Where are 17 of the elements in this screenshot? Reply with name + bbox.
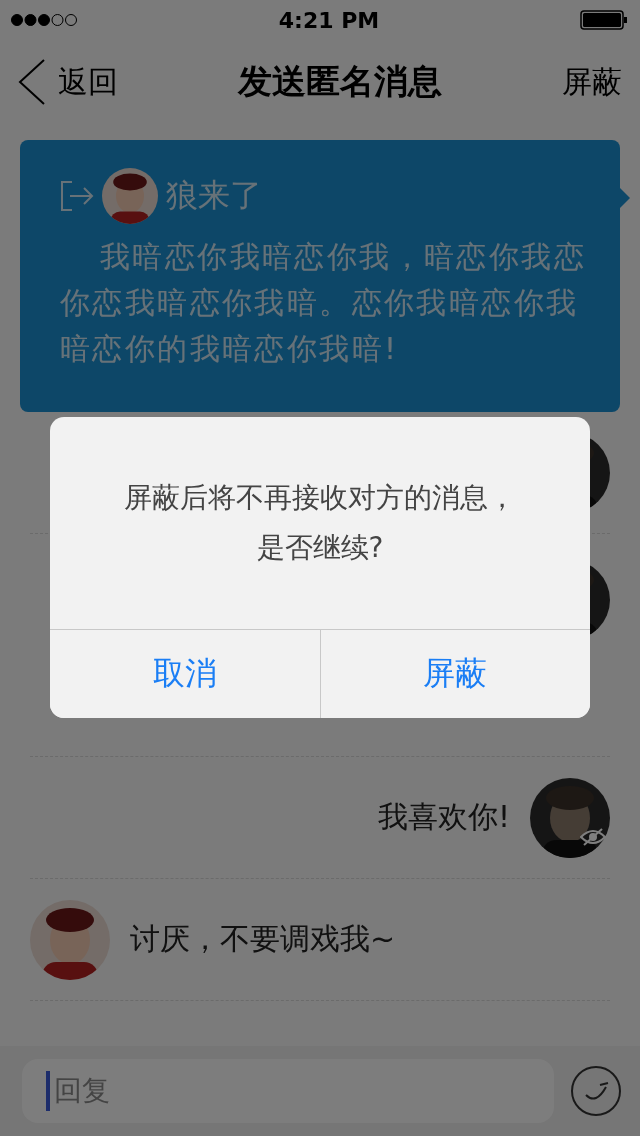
message-text: 讨厌，不要调戏我~	[130, 920, 396, 958]
cancel-button[interactable]: 取消	[50, 630, 321, 718]
battery-icon	[580, 10, 628, 30]
back-chevron-icon	[18, 58, 46, 106]
send-icon[interactable]	[570, 1065, 622, 1117]
exit-icon	[60, 180, 94, 212]
sender-name: 狼来了	[166, 175, 262, 216]
page-title: 发送匿名消息	[238, 60, 442, 103]
message-text: 我喜欢你!	[377, 798, 510, 836]
block-button[interactable]: 屏蔽	[562, 61, 622, 103]
back-button[interactable]: 返回	[18, 58, 118, 106]
status-time: 4:21 PM	[278, 7, 380, 33]
reply-field[interactable]: 回复	[22, 1059, 554, 1123]
message-text: 我暗恋你我暗恋你我，暗恋你我恋你恋我暗恋你我暗。恋你我暗恋你我暗恋你的我暗恋你我暗!	[60, 238, 587, 368]
alert-message: 是否继续?	[256, 530, 384, 566]
alert-message: 屏蔽后将不再接收对方的消息，	[124, 480, 516, 516]
signal-icon	[10, 13, 78, 27]
